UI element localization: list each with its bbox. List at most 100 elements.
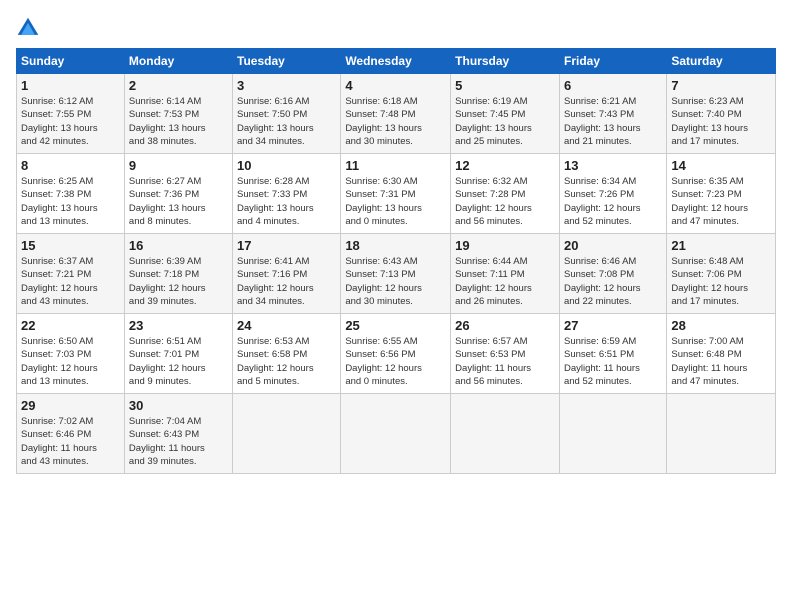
day-info: Sunrise: 6:21 AM Sunset: 7:43 PM Dayligh… [564, 95, 662, 148]
day-info: Sunrise: 6:16 AM Sunset: 7:50 PM Dayligh… [237, 95, 336, 148]
day-info: Sunrise: 6:35 AM Sunset: 7:23 PM Dayligh… [671, 175, 771, 228]
day-info: Sunrise: 6:53 AM Sunset: 6:58 PM Dayligh… [237, 335, 336, 388]
day-number: 28 [671, 318, 771, 333]
day-info: Sunrise: 7:04 AM Sunset: 6:43 PM Dayligh… [129, 415, 228, 468]
day-info: Sunrise: 6:57 AM Sunset: 6:53 PM Dayligh… [455, 335, 555, 388]
calendar-cell: 2Sunrise: 6:14 AM Sunset: 7:53 PM Daylig… [124, 74, 232, 154]
weekday-header-friday: Friday [559, 49, 666, 74]
calendar-cell: 1Sunrise: 6:12 AM Sunset: 7:55 PM Daylig… [17, 74, 125, 154]
calendar-cell: 19 Sunrise: 6:44 AM Sunset: 7:11 PM Dayli… [451, 234, 560, 314]
calendar-cell: 22 Sunrise: 6:50 AM Sunset: 7:03 PM Dayli… [17, 314, 125, 394]
day-number: 18 [345, 238, 446, 253]
day-number: 16 [129, 238, 228, 253]
calendar-cell [233, 394, 341, 474]
calendar-week-4: 22 Sunrise: 6:50 AM Sunset: 7:03 PM Dayli… [17, 314, 776, 394]
weekday-header-thursday: Thursday [451, 49, 560, 74]
calendar-cell: 28 Sunrise: 7:00 AM Sunset: 6:48 PM Dayli… [667, 314, 776, 394]
day-number: 9 [129, 158, 228, 173]
day-info: Sunrise: 6:48 AM Sunset: 7:06 PM Dayligh… [671, 255, 771, 308]
calendar-cell: 24 Sunrise: 6:53 AM Sunset: 6:58 PM Dayli… [233, 314, 341, 394]
day-info: Sunrise: 7:00 AM Sunset: 6:48 PM Dayligh… [671, 335, 771, 388]
day-info: Sunrise: 6:25 AM Sunset: 7:38 PM Dayligh… [21, 175, 120, 228]
calendar-cell: 5 Sunrise: 6:19 AM Sunset: 7:45 PM Daylig… [451, 74, 560, 154]
day-number: 14 [671, 158, 771, 173]
logo [16, 16, 44, 40]
day-number: 4 [345, 78, 446, 93]
day-number: 27 [564, 318, 662, 333]
day-info: Sunrise: 7:02 AM Sunset: 6:46 PM Dayligh… [21, 415, 120, 468]
calendar-cell [667, 394, 776, 474]
calendar-cell: 23Sunrise: 6:51 AM Sunset: 7:01 PM Dayli… [124, 314, 232, 394]
day-info: Sunrise: 6:28 AM Sunset: 7:33 PM Dayligh… [237, 175, 336, 228]
calendar-cell: 20 Sunrise: 6:46 AM Sunset: 7:08 PM Dayli… [559, 234, 666, 314]
day-number: 6 [564, 78, 662, 93]
day-info: Sunrise: 6:27 AM Sunset: 7:36 PM Dayligh… [129, 175, 228, 228]
calendar-cell [451, 394, 560, 474]
calendar-cell: 7 Sunrise: 6:23 AM Sunset: 7:40 PM Daylig… [667, 74, 776, 154]
calendar-cell: 25 Sunrise: 6:55 AM Sunset: 6:56 PM Dayli… [341, 314, 451, 394]
day-number: 23 [129, 318, 228, 333]
day-info: Sunrise: 6:23 AM Sunset: 7:40 PM Dayligh… [671, 95, 771, 148]
calendar-week-2: 8 Sunrise: 6:25 AM Sunset: 7:38 PM Daylig… [17, 154, 776, 234]
day-info: Sunrise: 6:19 AM Sunset: 7:45 PM Dayligh… [455, 95, 555, 148]
weekday-header-tuesday: Tuesday [233, 49, 341, 74]
calendar-cell: 27 Sunrise: 6:59 AM Sunset: 6:51 PM Dayli… [559, 314, 666, 394]
day-info: Sunrise: 6:46 AM Sunset: 7:08 PM Dayligh… [564, 255, 662, 308]
day-number: 1 [21, 78, 120, 93]
day-number: 20 [564, 238, 662, 253]
day-info: Sunrise: 6:41 AM Sunset: 7:16 PM Dayligh… [237, 255, 336, 308]
day-number: 29 [21, 398, 120, 413]
day-info: Sunrise: 6:32 AM Sunset: 7:28 PM Dayligh… [455, 175, 555, 228]
calendar-cell: 11 Sunrise: 6:30 AM Sunset: 7:31 PM Dayli… [341, 154, 451, 234]
weekday-header-wednesday: Wednesday [341, 49, 451, 74]
calendar-cell [341, 394, 451, 474]
day-number: 24 [237, 318, 336, 333]
calendar-cell: 12 Sunrise: 6:32 AM Sunset: 7:28 PM Dayli… [451, 154, 560, 234]
day-number: 3 [237, 78, 336, 93]
weekday-header-sunday: Sunday [17, 49, 125, 74]
calendar-cell [559, 394, 666, 474]
day-number: 12 [455, 158, 555, 173]
day-number: 2 [129, 78, 228, 93]
calendar-cell: 9 Sunrise: 6:27 AM Sunset: 7:36 PM Daylig… [124, 154, 232, 234]
calendar-cell: 3 Sunrise: 6:16 AM Sunset: 7:50 PM Daylig… [233, 74, 341, 154]
calendar-cell: 15 Sunrise: 6:37 AM Sunset: 7:21 PM Dayli… [17, 234, 125, 314]
calendar-week-1: 1Sunrise: 6:12 AM Sunset: 7:55 PM Daylig… [17, 74, 776, 154]
day-number: 22 [21, 318, 120, 333]
calendar-week-3: 15 Sunrise: 6:37 AM Sunset: 7:21 PM Dayli… [17, 234, 776, 314]
day-info: Sunrise: 6:39 AM Sunset: 7:18 PM Dayligh… [129, 255, 228, 308]
day-info: Sunrise: 6:59 AM Sunset: 6:51 PM Dayligh… [564, 335, 662, 388]
day-number: 21 [671, 238, 771, 253]
day-number: 15 [21, 238, 120, 253]
calendar-cell: 13Sunrise: 6:34 AM Sunset: 7:26 PM Dayli… [559, 154, 666, 234]
day-info: Sunrise: 6:37 AM Sunset: 7:21 PM Dayligh… [21, 255, 120, 308]
calendar-cell: 18 Sunrise: 6:43 AM Sunset: 7:13 PM Dayli… [341, 234, 451, 314]
calendar-cell: 4Sunrise: 6:18 AM Sunset: 7:48 PM Daylig… [341, 74, 451, 154]
day-info: Sunrise: 6:43 AM Sunset: 7:13 PM Dayligh… [345, 255, 446, 308]
day-info: Sunrise: 6:34 AM Sunset: 7:26 PM Dayligh… [564, 175, 662, 228]
day-number: 25 [345, 318, 446, 333]
calendar-header: SundayMondayTuesdayWednesdayThursdayFrid… [17, 49, 776, 74]
calendar: SundayMondayTuesdayWednesdayThursdayFrid… [16, 48, 776, 474]
day-info: Sunrise: 6:50 AM Sunset: 7:03 PM Dayligh… [21, 335, 120, 388]
day-info: Sunrise: 6:30 AM Sunset: 7:31 PM Dayligh… [345, 175, 446, 228]
day-number: 8 [21, 158, 120, 173]
calendar-cell: 30 Sunrise: 7:04 AM Sunset: 6:43 PM Dayli… [124, 394, 232, 474]
day-number: 5 [455, 78, 555, 93]
day-number: 10 [237, 158, 336, 173]
calendar-cell: 10 Sunrise: 6:28 AM Sunset: 7:33 PM Dayli… [233, 154, 341, 234]
page-container: SundayMondayTuesdayWednesdayThursdayFrid… [0, 0, 792, 482]
day-number: 30 [129, 398, 228, 413]
calendar-week-5: 29 Sunrise: 7:02 AM Sunset: 6:46 PM Dayli… [17, 394, 776, 474]
weekday-row: SundayMondayTuesdayWednesdayThursdayFrid… [17, 49, 776, 74]
calendar-cell: 16 Sunrise: 6:39 AM Sunset: 7:18 PM Dayli… [124, 234, 232, 314]
calendar-cell: 8 Sunrise: 6:25 AM Sunset: 7:38 PM Daylig… [17, 154, 125, 234]
day-info: Sunrise: 6:44 AM Sunset: 7:11 PM Dayligh… [455, 255, 555, 308]
day-info: Sunrise: 6:55 AM Sunset: 6:56 PM Dayligh… [345, 335, 446, 388]
day-number: 11 [345, 158, 446, 173]
calendar-cell: 21 Sunrise: 6:48 AM Sunset: 7:06 PM Dayli… [667, 234, 776, 314]
day-number: 19 [455, 238, 555, 253]
calendar-cell: 14 Sunrise: 6:35 AM Sunset: 7:23 PM Dayli… [667, 154, 776, 234]
day-number: 7 [671, 78, 771, 93]
calendar-cell: 26Sunrise: 6:57 AM Sunset: 6:53 PM Dayli… [451, 314, 560, 394]
